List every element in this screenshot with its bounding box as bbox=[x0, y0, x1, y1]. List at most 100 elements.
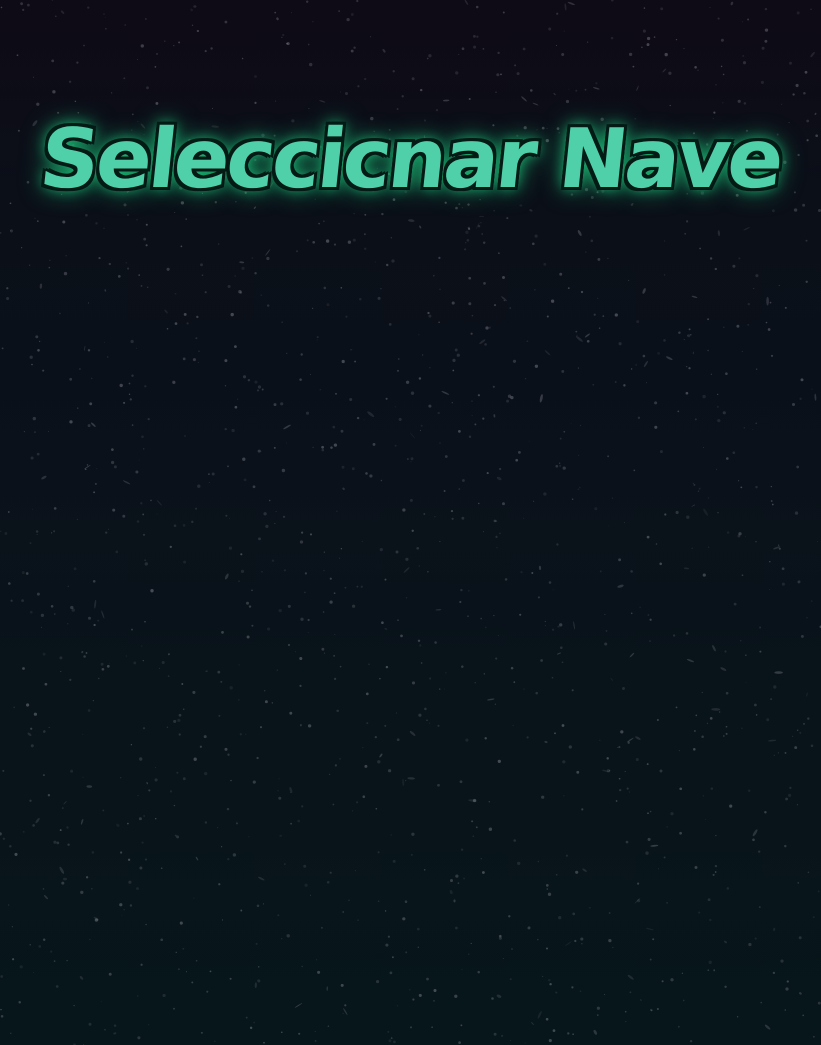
speckle bbox=[807, 871, 810, 874]
speckle bbox=[796, 804, 798, 806]
speckle bbox=[245, 733, 247, 735]
speckle bbox=[628, 279, 630, 281]
speckle bbox=[321, 448, 325, 452]
speckle bbox=[211, 472, 215, 476]
speckle bbox=[85, 652, 88, 654]
speckle bbox=[444, 455, 448, 458]
speckle-streak bbox=[555, 991, 558, 994]
speckle bbox=[60, 670, 62, 673]
speckle bbox=[710, 373, 713, 375]
speckle bbox=[543, 492, 547, 496]
speckle bbox=[615, 800, 618, 802]
speckle bbox=[670, 812, 674, 816]
speckle bbox=[377, 900, 380, 903]
speckle bbox=[745, 535, 747, 537]
speckle bbox=[618, 746, 621, 749]
speckle bbox=[104, 16, 106, 18]
speckle-streak bbox=[564, 3, 567, 11]
speckle bbox=[439, 442, 441, 444]
speckle bbox=[754, 703, 757, 707]
speckle bbox=[142, 533, 146, 536]
speckle bbox=[646, 36, 651, 41]
speckle bbox=[102, 809, 105, 812]
speckle bbox=[314, 1031, 316, 1033]
speckle bbox=[234, 405, 238, 409]
speckle bbox=[559, 464, 562, 467]
speckle-streak bbox=[703, 508, 708, 516]
speckle bbox=[18, 1000, 21, 1004]
speckle-streak bbox=[79, 976, 84, 980]
speckle bbox=[785, 797, 788, 801]
speckle bbox=[761, 46, 765, 50]
speckle-streak bbox=[732, 451, 736, 455]
speckle-streak bbox=[495, 535, 498, 539]
speckle bbox=[286, 42, 288, 45]
speckle bbox=[468, 97, 471, 101]
speckle-streak bbox=[190, 8, 194, 11]
speckle bbox=[298, 1032, 301, 1035]
speckle bbox=[139, 757, 143, 761]
speckle bbox=[33, 712, 38, 716]
speckle bbox=[691, 547, 693, 550]
speckle bbox=[0, 530, 2, 532]
speckle-streak bbox=[713, 969, 716, 972]
speckle bbox=[418, 377, 422, 380]
speckle bbox=[166, 726, 169, 728]
speckle-streak bbox=[712, 645, 716, 652]
speckle bbox=[800, 378, 804, 382]
speckle bbox=[312, 240, 316, 244]
speckle bbox=[340, 429, 344, 433]
speckle-streak bbox=[193, 5, 197, 8]
speckle bbox=[405, 597, 408, 599]
speckle bbox=[55, 15, 57, 18]
speckle bbox=[544, 620, 546, 623]
speckle bbox=[599, 570, 602, 573]
speckle bbox=[32, 972, 34, 974]
speckle bbox=[508, 915, 511, 918]
speckle bbox=[246, 635, 250, 639]
speckle-streak bbox=[116, 823, 120, 827]
speckle bbox=[497, 759, 501, 764]
speckle-streak bbox=[407, 777, 415, 780]
speckle bbox=[21, 571, 25, 575]
speckle bbox=[725, 725, 728, 728]
speckle bbox=[29, 610, 33, 614]
speckle bbox=[495, 91, 497, 93]
speckle bbox=[481, 233, 484, 235]
speckle bbox=[690, 334, 692, 336]
speckle bbox=[459, 600, 462, 604]
speckle-streak bbox=[642, 288, 646, 294]
speckle bbox=[208, 481, 210, 483]
speckle bbox=[709, 7, 711, 9]
speckle bbox=[649, 958, 652, 961]
speckle-streak bbox=[496, 476, 502, 481]
speckle bbox=[370, 36, 372, 38]
speckle bbox=[486, 472, 489, 475]
speckle bbox=[795, 83, 799, 88]
speckle bbox=[577, 488, 580, 491]
speckle bbox=[376, 980, 380, 984]
speckle bbox=[630, 368, 633, 370]
speckle bbox=[579, 990, 582, 992]
speckle bbox=[296, 250, 298, 253]
speckle bbox=[781, 567, 785, 571]
speckle bbox=[497, 635, 499, 637]
speckle bbox=[140, 284, 143, 287]
speckle bbox=[743, 427, 745, 429]
speckle bbox=[173, 804, 176, 807]
speckle bbox=[379, 677, 381, 680]
speckle bbox=[246, 601, 249, 605]
speckle bbox=[290, 822, 292, 825]
speckle bbox=[647, 614, 650, 616]
speckle-streak bbox=[544, 350, 551, 356]
speckle bbox=[263, 1041, 265, 1044]
speckle bbox=[707, 546, 710, 548]
speckle bbox=[817, 890, 820, 893]
speckle bbox=[1, 347, 4, 350]
speckle bbox=[642, 354, 646, 358]
speckle bbox=[666, 902, 668, 904]
speckle bbox=[34, 217, 36, 219]
speckle-streak bbox=[379, 753, 383, 758]
speckle bbox=[224, 427, 227, 431]
speckle bbox=[464, 248, 467, 251]
